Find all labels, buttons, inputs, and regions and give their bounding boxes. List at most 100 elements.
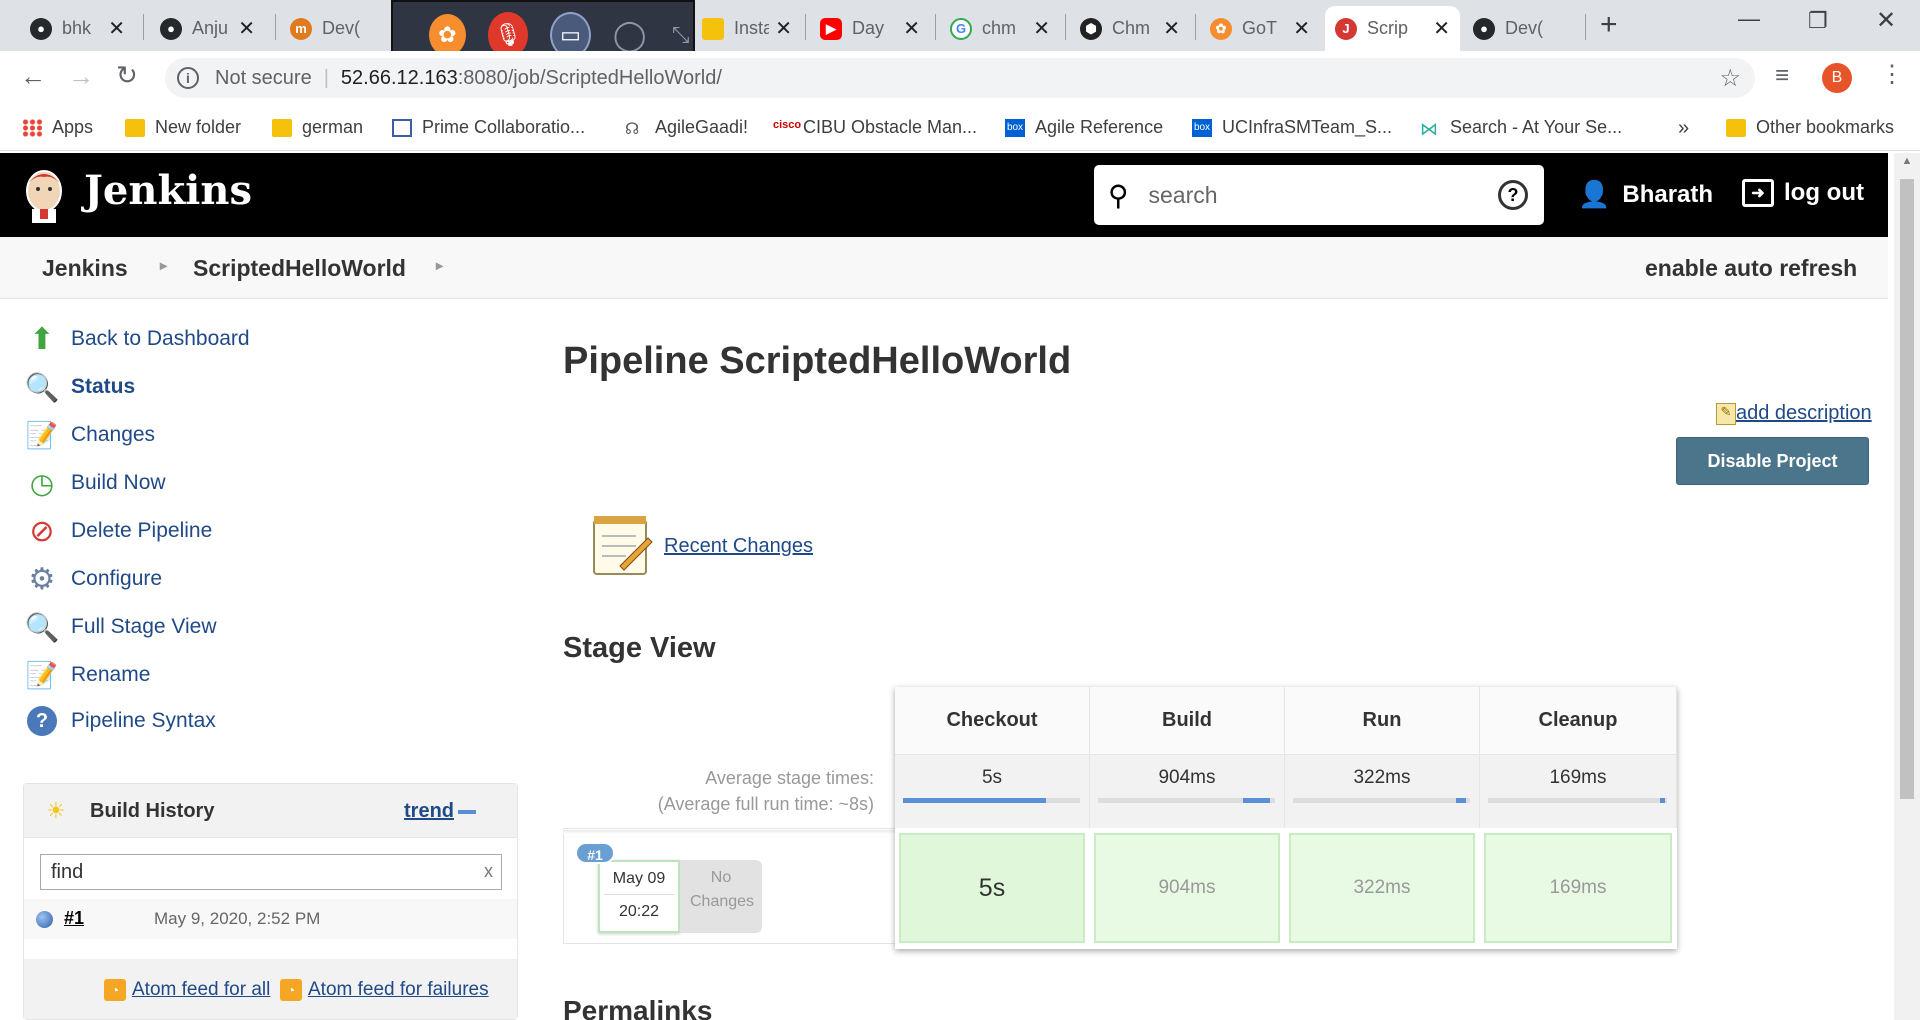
close-window-icon[interactable]: ✕: [1876, 6, 1896, 35]
google-icon: G: [950, 17, 972, 40]
logout-label: log out: [1784, 179, 1864, 206]
url-host: 52.66.12.163: [340, 66, 458, 89]
sidebar-item-build-now[interactable]: ◷ Build Now: [25, 466, 166, 500]
search-input[interactable]: search: [1149, 182, 1218, 209]
clear-icon[interactable]: x: [484, 861, 493, 882]
forward-icon[interactable]: →: [68, 61, 94, 92]
scrollbar-thumb[interactable]: [1900, 179, 1914, 799]
info-icon[interactable]: i: [177, 67, 199, 89]
avg-stage-times-label: Average stage times:: [705, 768, 874, 788]
jenkins-logo-icon[interactable]: [22, 165, 66, 225]
jenkins-logo-text[interactable]: Jenkins: [84, 167, 252, 214]
bookmark-item[interactable]: box UCInfraSMTeam_S...: [1192, 117, 1392, 138]
jenkins-header: Jenkins ⚲ search ? 👤 Bharath ➜ log out: [0, 153, 1888, 237]
stage-duration-cell[interactable]: 322ms: [1289, 833, 1475, 943]
sidebar-item-configure[interactable]: ⚙ Configure: [25, 562, 163, 596]
bowtie-icon: ⋈: [1420, 118, 1438, 139]
restore-icon[interactable]: ❐: [1808, 8, 1828, 34]
close-tab-icon[interactable]: ✕: [1163, 16, 1180, 41]
rss-icon[interactable]: ◔: [280, 979, 302, 1001]
stage-duration-cell[interactable]: 169ms: [1484, 833, 1672, 943]
chevron-right-icon[interactable]: ▸: [160, 257, 167, 274]
folder-icon: [702, 17, 724, 40]
sidebar-item-full-stage-view[interactable]: 🔍 Full Stage View: [25, 610, 217, 644]
run-badge[interactable]: #1: [575, 842, 615, 864]
browser-tab-active[interactable]: J Scrip ✕: [1325, 6, 1460, 51]
scroll-up-icon[interactable]: ▲: [1894, 155, 1920, 167]
bookmarks-overflow[interactable]: »: [1678, 117, 1689, 140]
bookmark-item[interactable]: german: [272, 117, 363, 138]
sidebar-item-delete[interactable]: ⊘ Delete Pipeline: [25, 514, 212, 548]
help-icon[interactable]: ?: [1498, 180, 1528, 210]
menu-icon[interactable]: ⋮: [1880, 60, 1904, 89]
breadcrumb-jenkins[interactable]: Jenkins: [42, 255, 128, 282]
sidebar-item-changes[interactable]: 📝 Changes: [25, 418, 155, 452]
github-icon: ●: [1473, 17, 1495, 40]
trend-icon[interactable]: [458, 810, 476, 814]
back-icon[interactable]: ←: [20, 61, 46, 92]
recent-changes-link[interactable]: Recent Changes: [664, 535, 813, 558]
disable-project-button[interactable]: Disable Project: [1676, 437, 1869, 485]
enable-auto-refresh-link[interactable]: enable auto refresh: [1645, 255, 1857, 282]
page-scrollbar[interactable]: ▲: [1894, 153, 1920, 1020]
bookmarks-bar: Apps New folder german Prime Collaborati…: [0, 107, 1920, 151]
atom-feed-all-link[interactable]: Atom feed for all: [132, 979, 270, 1001]
browser-tab[interactable]: G chm ✕: [940, 6, 1060, 51]
bookmark-item[interactable]: ⋈ Search - At Your Se...: [1420, 117, 1622, 139]
browser-tab[interactable]: Insta ✕: [692, 6, 802, 51]
reload-icon[interactable]: ↻: [116, 60, 138, 91]
trend-link[interactable]: trend: [404, 800, 454, 823]
user-link[interactable]: 👤 Bharath: [1578, 179, 1713, 210]
browser-tab[interactable]: ● Anju ✕: [150, 6, 265, 51]
bookmark-item[interactable]: box Agile Reference: [1005, 117, 1163, 138]
gotomeeting-icon[interactable]: ✿: [429, 14, 466, 56]
bookmark-item[interactable]: New folder: [125, 117, 241, 138]
breadcrumb-job[interactable]: ScriptedHelloWorld: [193, 255, 406, 282]
sidebar-item-rename[interactable]: 📝 Rename: [25, 658, 151, 692]
sidebar-item-pipeline-syntax[interactable]: ? Pipeline Syntax: [25, 706, 216, 736]
search-box[interactable]: ⚲ search ?: [1094, 165, 1544, 225]
close-tab-icon[interactable]: ✕: [903, 16, 920, 41]
close-tab-icon[interactable]: ✕: [108, 16, 125, 41]
bookmark-star-icon[interactable]: ☆: [1719, 64, 1741, 93]
browser-tab[interactable]: ● Dev(: [1463, 6, 1583, 51]
stage-duration-cell[interactable]: 904ms: [1094, 833, 1280, 943]
close-tab-icon[interactable]: ✕: [1433, 16, 1450, 41]
build-number-link[interactable]: #1: [64, 908, 84, 929]
stage-view-title: Stage View: [563, 632, 716, 664]
close-tab-icon[interactable]: ✕: [1293, 16, 1310, 41]
browser-tab[interactable]: ✿ GoT ✕: [1200, 6, 1320, 51]
browser-tab[interactable]: m Dev(: [280, 6, 390, 51]
browser-tab[interactable]: ⬢ Chm ✕: [1070, 6, 1190, 51]
close-tab-icon[interactable]: ✕: [1033, 16, 1050, 41]
chevron-right-icon[interactable]: ▸: [436, 257, 443, 274]
sidebar-item-label: Configure: [71, 567, 163, 590]
atom-feed-failures-link[interactable]: Atom feed for failures: [308, 979, 489, 1001]
sidebar-item-label: Build Now: [71, 471, 166, 494]
other-bookmarks[interactable]: Other bookmarks: [1726, 117, 1894, 138]
run-date-box[interactable]: May 09 20:22: [598, 860, 680, 933]
sidebar-item-label: Delete Pipeline: [71, 519, 213, 542]
minimize-icon[interactable]: —: [1738, 6, 1760, 32]
close-tab-icon[interactable]: ✕: [238, 16, 255, 41]
sidebar-item-status[interactable]: 🔍 Status: [25, 370, 136, 404]
find-input[interactable]: find x: [40, 854, 502, 890]
bookmark-item[interactable]: ☊ AgileGaadi!: [625, 117, 748, 138]
close-tab-icon[interactable]: ✕: [775, 16, 792, 41]
avg-time-bar: [903, 798, 1080, 803]
new-tab-icon[interactable]: +: [1600, 8, 1618, 42]
add-description-link[interactable]: ✎ add description: [1716, 402, 1872, 425]
sidebar-item-back[interactable]: ⬆ Back to Dashboard: [25, 322, 249, 356]
find-text: find: [51, 861, 84, 883]
bookmark-item[interactable]: cisco CIBU Obstacle Man...: [773, 117, 977, 138]
bookmark-item[interactable]: Prime Collaboratio...: [392, 117, 585, 138]
address-bar[interactable]: i Not secure | 52.66.12.163 :8080/job/Sc…: [165, 58, 1755, 98]
logout-link[interactable]: ➜ log out: [1742, 179, 1864, 207]
stage-duration-cell[interactable]: 5s: [899, 833, 1085, 943]
browser-tab[interactable]: ● bhk ✕: [20, 6, 135, 51]
profile-avatar[interactable]: B: [1822, 63, 1852, 93]
browser-tab[interactable]: ▶ Day ✕: [810, 6, 930, 51]
media-queue-icon[interactable]: ≡: [1775, 62, 1789, 90]
bookmark-apps[interactable]: Apps: [22, 117, 93, 138]
rss-icon[interactable]: ◔: [104, 979, 126, 1001]
